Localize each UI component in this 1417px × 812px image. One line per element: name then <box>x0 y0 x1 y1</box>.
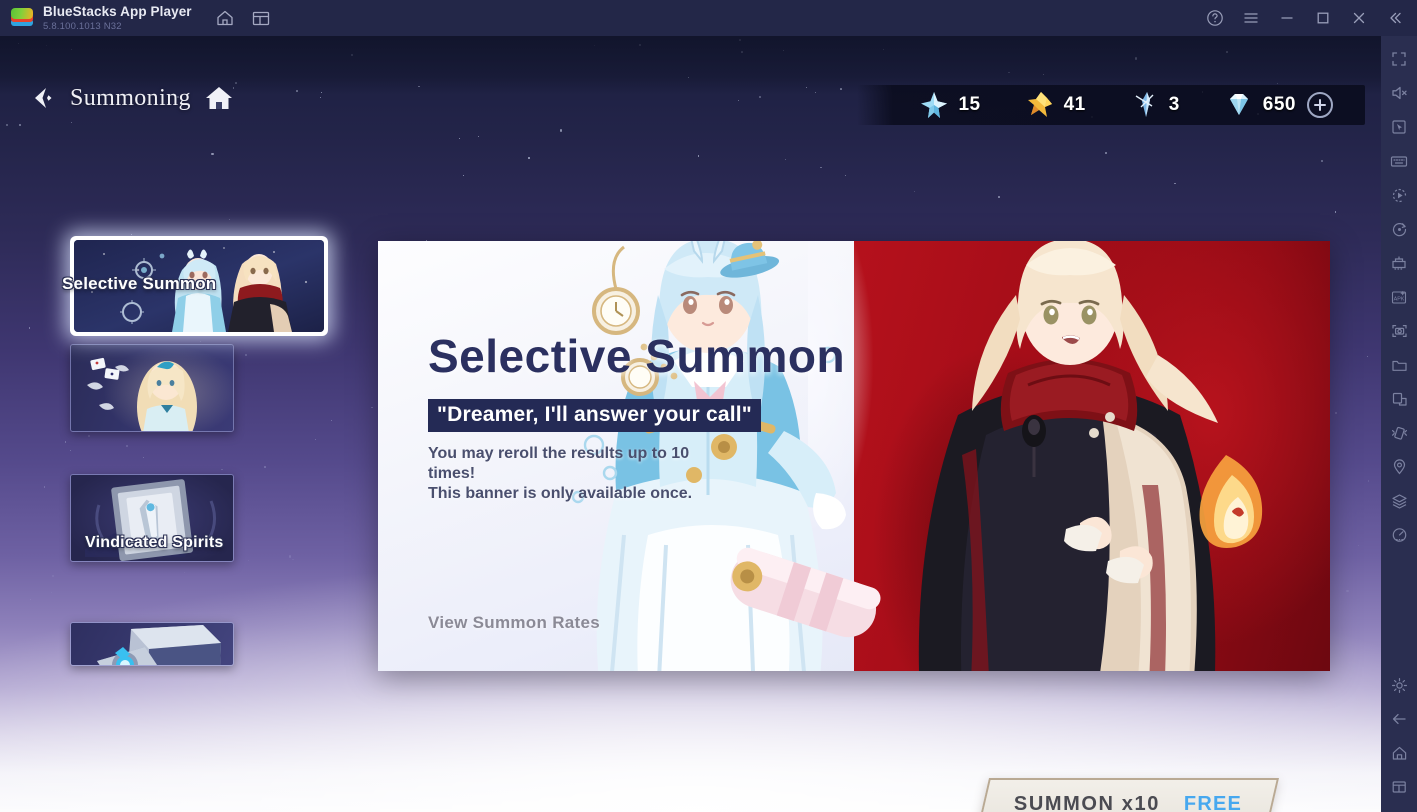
banner-description: You may reroll the results up to 10 time… <box>428 445 693 502</box>
banner-thumbnail <box>71 345 233 431</box>
currency-value: 650 <box>1262 94 1296 115</box>
app-identity: BlueStacks App Player 5.8.100.1013 N32 <box>43 5 192 31</box>
hamburger-menu-icon[interactable] <box>1233 0 1269 36</box>
svg-text:APK: APK <box>1394 297 1405 303</box>
recents-icon[interactable] <box>1381 770 1417 804</box>
banner-list-item-3[interactable]: Vindicated Spirits <box>70 474 234 562</box>
copy-paste-icon[interactable] <box>1381 382 1417 416</box>
folder-icon[interactable] <box>1381 348 1417 382</box>
gauge-icon[interactable] <box>1381 518 1417 552</box>
currency-diamond[interactable]: 650 <box>1202 90 1355 120</box>
bluestacks-sidebar: APK <box>1381 36 1417 812</box>
screenshot-icon[interactable] <box>1381 314 1417 348</box>
banner-list-item-2[interactable] <box>70 344 234 432</box>
home-icon[interactable] <box>214 7 236 29</box>
page-title: Summoning <box>70 84 191 111</box>
summon-button-cost: FREE <box>1183 792 1243 812</box>
banner-list-item-1-selected[interactable]: Selective Summon <box>62 236 328 336</box>
window-controls <box>1197 0 1413 36</box>
home-house-icon[interactable] <box>203 82 235 114</box>
currency-blue-spear[interactable]: 3 <box>1108 90 1202 120</box>
plus-icon[interactable] <box>1307 92 1333 118</box>
currency-gold-shard[interactable]: 41 <box>1003 90 1108 120</box>
diamond-gem-icon <box>1224 90 1254 120</box>
banner-list-item-label: Vindicated Spirits <box>85 534 224 551</box>
app-version: 5.8.100.1013 N32 <box>43 20 122 32</box>
rotate-icon[interactable] <box>1381 212 1417 246</box>
titlebar-nav <box>214 7 272 29</box>
keyboard-icon[interactable] <box>1381 144 1417 178</box>
fullscreen-icon[interactable] <box>1381 42 1417 76</box>
banner-list-item-4[interactable] <box>70 622 234 666</box>
app-name: BlueStacks App Player <box>43 4 192 19</box>
banner-quote: "Dreamer, I'll answer your call" <box>428 399 761 432</box>
minimize-icon[interactable] <box>1269 0 1305 36</box>
multi-instance-sync-icon[interactable] <box>1381 246 1417 280</box>
view-summon-rates-link[interactable]: View Summon Rates <box>428 613 600 633</box>
maximize-icon[interactable] <box>1305 0 1341 36</box>
gold-star-shard-icon <box>1025 90 1055 120</box>
mute-icon[interactable] <box>1381 76 1417 110</box>
home-icon[interactable] <box>1381 736 1417 770</box>
multi-instance-icon[interactable] <box>250 7 272 29</box>
gear-icon[interactable] <box>1381 668 1417 702</box>
banner-thumbnail <box>71 623 233 665</box>
currency-bar: 15 41 3 650 <box>857 85 1365 125</box>
back-arrow-icon[interactable] <box>24 81 58 115</box>
title-bar: BlueStacks App Player 5.8.100.1013 N32 <box>0 0 1417 36</box>
help-icon[interactable] <box>1197 0 1233 36</box>
bluestacks-logo-icon <box>10 6 34 30</box>
banner-heading: Selective Summon <box>428 330 846 382</box>
summon-button-label: SUMMON x10 <box>1013 792 1160 812</box>
location-icon[interactable] <box>1381 450 1417 484</box>
close-icon[interactable] <box>1341 0 1377 36</box>
bluestacks-window: BlueStacks App Player 5.8.100.1013 N32 S… <box>0 0 1417 812</box>
cursor-pointer-icon[interactable] <box>1381 110 1417 144</box>
currency-value: 41 <box>1063 94 1086 115</box>
main-banner[interactable]: Selective Summon "Dreamer, I'll answer y… <box>378 241 1330 671</box>
game-viewport[interactable]: Summoning 15 41 3 650 Vindicated Spirits… <box>0 36 1381 812</box>
currency-value: 15 <box>958 94 981 115</box>
currency-value: 3 <box>1168 94 1180 115</box>
macro-play-icon[interactable] <box>1381 178 1417 212</box>
collapse-chevrons-icon[interactable] <box>1377 0 1413 36</box>
layers-icon[interactable] <box>1381 484 1417 518</box>
back-icon[interactable] <box>1381 702 1417 736</box>
currency-blue-crystal[interactable]: 15 <box>897 90 1002 120</box>
apk-install-icon[interactable]: APK <box>1381 280 1417 314</box>
summon-x10-button[interactable]: SUMMON x10 FREE <box>976 778 1280 812</box>
banner-copy: Selective Summon "Dreamer, I'll answer y… <box>428 333 845 504</box>
blue-crystal-star-icon <box>919 90 949 120</box>
game-header: Summoning <box>24 81 235 115</box>
blue-spear-icon <box>1130 90 1160 120</box>
shake-icon[interactable] <box>1381 416 1417 450</box>
banner-list-item-label: Selective Summon <box>62 274 217 293</box>
character-red-illustration <box>918 241 1263 671</box>
